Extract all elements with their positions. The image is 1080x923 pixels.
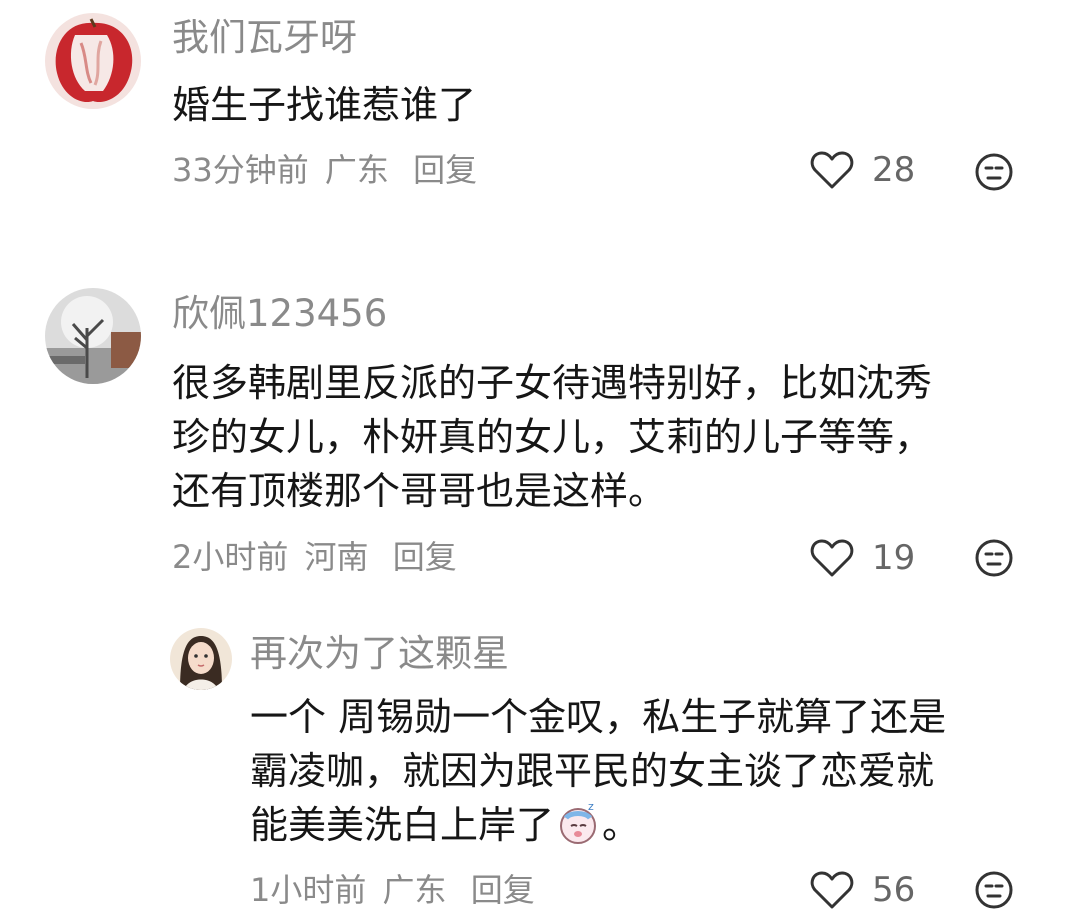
comment-line: 很多韩剧里反派的子女待遇特别好，比如沈秀: [172, 361, 933, 405]
location: 河南: [304, 538, 369, 576]
comment-line: 霸凌咖，就因为跟平民的女主谈了恋爱就: [250, 749, 935, 793]
avatar[interactable]: [170, 628, 232, 690]
comment-meta: 1小时前 广东 回复: [250, 870, 541, 910]
avatar[interactable]: [45, 13, 141, 109]
comment-meta: 33分钟前 广东 回复: [172, 150, 483, 190]
heart-outline-icon: [810, 871, 854, 909]
reaction-button[interactable]: [974, 870, 1014, 910]
comment-line-end: 。: [602, 803, 641, 847]
timestamp: 33分钟前: [172, 151, 309, 189]
heart-outline-icon: [810, 539, 854, 577]
neutral-face-icon: [975, 153, 1013, 191]
comment-line: 一个 周锡勋一个金叹，私生子就算了还是: [250, 695, 947, 739]
comment-line-with-emoji: 能美美洗白上岸了 z 。: [250, 798, 946, 852]
like-count: 19: [872, 538, 916, 578]
reply-button[interactable]: 回复: [393, 538, 457, 576]
comment-text: 很多韩剧里反派的子女待遇特别好，比如沈秀 珍的女儿，朴妍真的女儿，艾莉的儿子等等…: [172, 356, 932, 518]
comment-1: 我们瓦牙呀 婚生子找谁惹谁了 33分钟前 广东 回复 28: [0, 0, 1080, 240]
svg-text:z: z: [588, 800, 594, 813]
avatar[interactable]: [45, 288, 141, 384]
like-count: 56: [872, 870, 916, 910]
heart-outline-icon: [810, 151, 854, 189]
comment-line: 还有顶楼那个哥哥也是这样。: [172, 469, 667, 513]
comment-meta: 2小时前 河南 回复: [172, 537, 463, 577]
neutral-face-icon: [975, 539, 1013, 577]
sleepy-face-emoji: z: [556, 800, 602, 846]
username[interactable]: 我们瓦牙呀: [172, 16, 357, 60]
reaction-button[interactable]: [974, 538, 1014, 578]
reply-button[interactable]: 回复: [413, 151, 477, 189]
comment-line: 婚生子找谁惹谁了: [172, 83, 477, 127]
like-button[interactable]: 19: [810, 538, 915, 578]
comment-line: 能美美洗白上岸了: [250, 803, 555, 847]
like-button[interactable]: 56: [810, 870, 915, 910]
location: 广东: [382, 871, 447, 909]
like-count: 28: [872, 150, 916, 190]
username[interactable]: 再次为了这颗星: [250, 632, 509, 676]
neutral-face-icon: [975, 871, 1013, 909]
timestamp: 1小时前: [250, 871, 367, 909]
like-button[interactable]: 28: [810, 150, 915, 190]
username[interactable]: 欣佩123456: [172, 292, 387, 336]
comment-text: 婚生子找谁惹谁了: [172, 78, 476, 132]
comment-line: 珍的女儿，朴妍真的女儿，艾莉的儿子等等，: [172, 415, 933, 459]
comment-3-reply: 再次为了这颗星 一个 周锡勋一个金叹，私生子就算了还是 霸凌咖，就因为跟平民的女…: [0, 620, 1080, 923]
location: 广东: [324, 151, 389, 189]
reply-button[interactable]: 回复: [471, 871, 535, 909]
comment-text: 一个 周锡勋一个金叹，私生子就算了还是 霸凌咖，就因为跟平民的女主谈了恋爱就 能…: [250, 690, 946, 852]
timestamp: 2小时前: [172, 538, 289, 576]
comment-2: 欣佩123456 很多韩剧里反派的子女待遇特别好，比如沈秀 珍的女儿，朴妍真的女…: [0, 280, 1080, 600]
reaction-button[interactable]: [974, 152, 1014, 192]
